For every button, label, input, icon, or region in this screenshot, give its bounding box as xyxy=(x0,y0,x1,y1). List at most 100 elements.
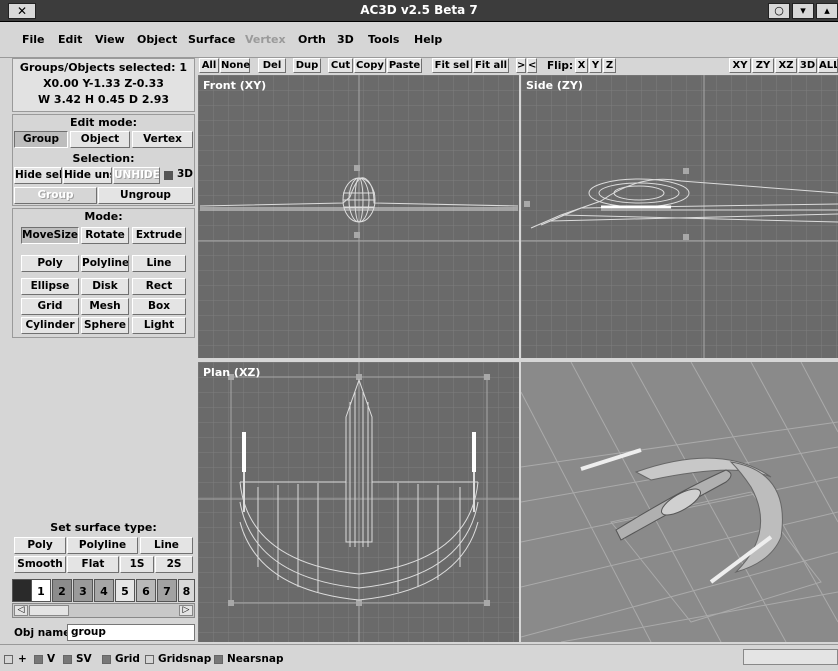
flip-y-button[interactable]: Y xyxy=(589,58,602,73)
surface-line-button[interactable]: Line xyxy=(140,537,193,554)
flat-button[interactable]: Flat xyxy=(67,556,119,573)
front-wireframe xyxy=(198,75,519,358)
mesh-tool-button[interactable]: Mesh xyxy=(81,298,129,315)
palette-swatch-2[interactable]: 2 xyxy=(52,579,72,602)
sphere-tool-button[interactable]: Sphere xyxy=(81,317,129,334)
mode-heading: Mode: xyxy=(84,210,123,223)
view-xz-button[interactable]: XZ xyxy=(775,58,797,73)
fit-selected-button[interactable]: Fit sel xyxy=(432,58,472,73)
flip-x-button[interactable]: X xyxy=(575,58,588,73)
view-3d-button[interactable]: 3D xyxy=(798,58,817,73)
menu-tools[interactable]: Tools xyxy=(368,33,399,46)
menu-edit[interactable]: Edit xyxy=(58,33,82,46)
status-bar: + V SV Grid Gridsnap Nearsnap xyxy=(0,644,838,671)
menu-3d[interactable]: 3D xyxy=(337,33,354,46)
view-all-button[interactable]: ALL xyxy=(818,58,838,73)
menu-surface[interactable]: Surface xyxy=(188,33,235,46)
palette-swatch-0[interactable] xyxy=(12,579,32,602)
plus-checkbox[interactable] xyxy=(4,655,13,664)
line-tool-button[interactable]: Line xyxy=(132,255,186,272)
scroll-left-arrow-icon[interactable]: ◁ xyxy=(14,605,28,616)
smooth-button[interactable]: Smooth xyxy=(14,556,66,573)
grid-tool-button[interactable]: Grid xyxy=(21,298,79,315)
prev-button[interactable]: < xyxy=(527,58,537,73)
palette-swatch-7[interactable]: 7 xyxy=(157,579,177,602)
flip-label: Flip: xyxy=(547,60,574,72)
surface-polyline-button[interactable]: Polyline xyxy=(67,537,138,554)
menu-help[interactable]: Help xyxy=(414,33,442,46)
perspective-viewport[interactable] xyxy=(521,362,838,642)
group-button[interactable]: Group xyxy=(14,187,97,204)
menu-orth[interactable]: Orth xyxy=(298,33,326,46)
side-viewport[interactable]: Side (ZY) xyxy=(521,75,838,358)
iconify-button[interactable]: ○ xyxy=(768,3,790,19)
two-sided-button[interactable]: 2S xyxy=(155,556,193,573)
3d-checkbox[interactable] xyxy=(164,171,173,180)
cut-button[interactable]: Cut xyxy=(328,58,353,73)
plan-viewport[interactable]: Plan (XZ) xyxy=(198,362,519,642)
rotate-button[interactable]: Rotate xyxy=(81,227,129,244)
scroll-right-arrow-icon[interactable]: ▷ xyxy=(179,605,193,616)
palette-swatch-4[interactable]: 4 xyxy=(94,579,114,602)
menu-vertex[interactable]: Vertex xyxy=(245,33,286,46)
scroll-thumb[interactable] xyxy=(29,605,69,616)
menu-down-button[interactable]: ▾ xyxy=(792,3,814,19)
palette-swatch-5[interactable]: 5 xyxy=(115,579,135,602)
select-all-button[interactable]: All xyxy=(199,58,219,73)
sv-checkbox[interactable] xyxy=(63,655,72,664)
fit-all-button[interactable]: Fit all xyxy=(473,58,509,73)
box-tool-button[interactable]: Box xyxy=(132,298,186,315)
disk-tool-button[interactable]: Disk xyxy=(81,278,129,295)
polyline-tool-button[interactable]: Polyline xyxy=(81,255,129,272)
next-button[interactable]: > xyxy=(516,58,526,73)
palette-scrollbar[interactable]: ◁ ▷ xyxy=(12,603,195,618)
hide-unselected-button[interactable]: Hide uns xyxy=(63,167,112,184)
menu-file[interactable]: File xyxy=(22,33,45,46)
surface-type-heading: Set surface type: xyxy=(50,521,157,534)
menu-object[interactable]: Object xyxy=(137,33,177,46)
view-xy-button[interactable]: XY xyxy=(729,58,751,73)
maximize-button[interactable]: ▴ xyxy=(816,3,838,19)
select-none-button[interactable]: None xyxy=(220,58,250,73)
surface-poly-button[interactable]: Poly xyxy=(14,537,66,554)
3d-checkbox-label: 3D xyxy=(177,168,194,180)
ungroup-button[interactable]: Ungroup xyxy=(98,187,193,204)
front-view-label: Front (XY) xyxy=(203,79,267,92)
delete-button[interactable]: Del xyxy=(258,58,286,73)
nearsnap-checkbox[interactable] xyxy=(214,655,223,664)
paste-button[interactable]: Paste xyxy=(387,58,422,73)
hide-selected-button[interactable]: Hide sel xyxy=(14,167,62,184)
single-sided-button[interactable]: 1S xyxy=(120,556,154,573)
palette-swatch-8[interactable]: 8 xyxy=(178,579,195,602)
front-viewport[interactable]: Front (XY) xyxy=(198,75,519,358)
rect-tool-button[interactable]: Rect xyxy=(132,278,186,295)
extrude-button[interactable]: Extrude xyxy=(132,227,186,244)
ellipse-tool-button[interactable]: Ellipse xyxy=(21,278,79,295)
palette-swatch-6[interactable]: 6 xyxy=(136,579,156,602)
edit-mode-group-button[interactable]: Group xyxy=(14,131,68,148)
palette-swatch-1[interactable]: 1 xyxy=(31,579,51,602)
v-checkbox[interactable] xyxy=(34,655,43,664)
sv-label: SV xyxy=(76,653,92,665)
obj-name-input[interactable]: group xyxy=(67,624,195,641)
edit-mode-vertex-button[interactable]: Vertex xyxy=(132,131,193,148)
copy-button[interactable]: Copy xyxy=(354,58,386,73)
gridsnap-checkbox[interactable] xyxy=(145,655,154,664)
view-zy-button[interactable]: ZY xyxy=(752,58,774,73)
movesize-button[interactable]: MoveSize xyxy=(21,227,79,244)
edit-mode-object-button[interactable]: Object xyxy=(70,131,130,148)
v-label: V xyxy=(47,653,56,665)
plan-view-label: Plan (XZ) xyxy=(203,366,261,379)
cylinder-tool-button[interactable]: Cylinder xyxy=(21,317,79,334)
flip-z-button[interactable]: Z xyxy=(603,58,616,73)
menu-view[interactable]: View xyxy=(95,33,125,46)
plan-wireframe xyxy=(198,362,519,642)
grid-checkbox[interactable] xyxy=(102,655,111,664)
plus-label: + xyxy=(18,653,27,665)
poly-tool-button[interactable]: Poly xyxy=(21,255,79,272)
unhide-button[interactable]: UNHIDE xyxy=(113,167,160,184)
duplicate-button[interactable]: Dup xyxy=(293,58,321,73)
palette-swatch-3[interactable]: 3 xyxy=(73,579,93,602)
side-wireframe xyxy=(521,75,838,358)
light-tool-button[interactable]: Light xyxy=(132,317,186,334)
